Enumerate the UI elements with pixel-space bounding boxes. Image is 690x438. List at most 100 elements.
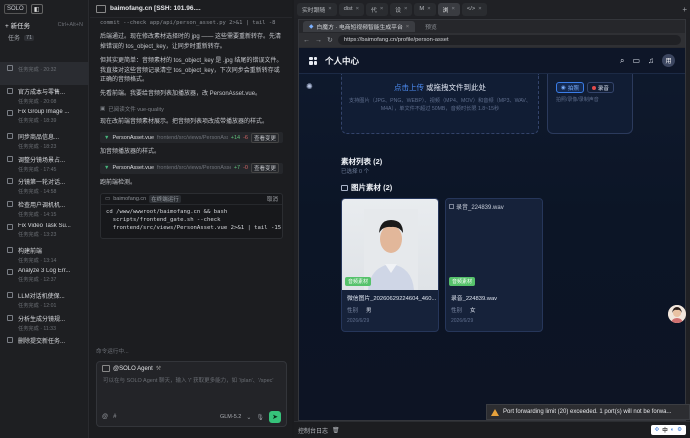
- asset-date: 2026/6/29: [451, 318, 474, 324]
- mention-button[interactable]: @: [102, 414, 108, 420]
- tray-icon[interactable]: ⚙: [677, 427, 682, 433]
- task-section-label: 任务: [8, 36, 21, 42]
- new-task-button[interactable]: + 新任务 Ctrl+Alt+N: [0, 18, 88, 32]
- task-title: 删除提交新任务...: [18, 339, 66, 346]
- gender-value: 男: [366, 308, 372, 314]
- pane-tab[interactable]: M ×: [414, 2, 436, 16]
- read-file-note[interactable]: ▣ 已阅读文件 vue-quality: [100, 105, 283, 113]
- agent-input[interactable]: 可以在与 SOLO Agent 聊天，输入 '/' 获取更多能力，如 '/pla…: [97, 375, 286, 387]
- asset-card[interactable]: 录音_224839.wav 音频素材 录音_224839.wav 性别 女 20…: [445, 198, 543, 332]
- file-change-chip[interactable]: ▼ PersonAsset.vue frontend/src/views/Per…: [100, 162, 283, 174]
- url-input[interactable]: https://baimofang.cn/profile/person-asse…: [337, 35, 681, 45]
- task-item[interactable]: 官方成本与零售... 任务完成 · 20:08: [0, 85, 89, 108]
- task-status: 任务完成 · 12:37: [18, 277, 57, 284]
- apps-grid-icon[interactable]: [309, 56, 317, 65]
- browser-tab-active[interactable]: ◆ 白魔方 · 电商短视频智能生成平台 ×: [303, 21, 416, 32]
- upload-dropzone[interactable]: 点击上传 或拖拽文件到此处 支持图片（JPG、PNG、WEBP）、视频（MP4、…: [341, 74, 539, 134]
- new-task-label: + 新任务: [5, 23, 31, 30]
- close-icon[interactable]: ×: [404, 6, 407, 12]
- task-title: Fix Group Image ...: [18, 109, 70, 116]
- message-paragraph: 跑前端检测。: [100, 179, 137, 186]
- upload-hint: 支持图片（JPG、PNG、WEBP）、视频（MP4、MOV）和音频（MP3、WA…: [348, 98, 532, 112]
- pane-tab[interactable]: </> ×: [461, 2, 487, 16]
- reload-icon[interactable]: ↻: [327, 36, 333, 44]
- bell-icon[interactable]: ♫: [648, 56, 654, 65]
- pane-tab[interactable]: 实时跟随 ×: [297, 2, 337, 16]
- capture-panel: ◉ 拍照 录音 拍照/录像/录制声音: [547, 74, 633, 134]
- task-item[interactable]: 检查用户调机机... 任务完成 · 14:15: [0, 198, 89, 221]
- close-icon[interactable]: ×: [328, 6, 331, 12]
- cancel-command-button[interactable]: 取消: [267, 195, 278, 203]
- close-icon[interactable]: ×: [380, 6, 383, 12]
- file-name: PersonAsset.vue: [112, 134, 155, 141]
- model-selector[interactable]: GLM-5.2: [220, 414, 241, 420]
- record-audio-button[interactable]: 录音: [586, 82, 614, 93]
- close-icon[interactable]: ×: [406, 24, 409, 30]
- close-icon[interactable]: ×: [451, 6, 454, 12]
- send-button[interactable]: ➤: [269, 411, 281, 423]
- task-item[interactable]: 分镜第一轮对话... 任务完成 · 14:58: [0, 175, 89, 198]
- task-item[interactable]: Fix Video Task Su... 任务完成 · 13:23: [0, 221, 89, 244]
- task-item[interactable]: Analyze 3 Log Err... 任务完成 · 12:37: [0, 266, 89, 289]
- task-item[interactable]: 分析生成分镜规... 任务完成 · 11:33: [0, 312, 89, 335]
- task-title: Analyze 3 Log Err...: [18, 268, 71, 275]
- video-icon[interactable]: ▭: [632, 56, 640, 65]
- task-section-header[interactable]: 任务 71: [0, 32, 88, 43]
- upload-link[interactable]: 点击上传: [394, 83, 424, 92]
- take-photo-button[interactable]: ◉ 拍照: [556, 82, 584, 93]
- pane-tab[interactable]: 浏 ×: [437, 2, 460, 16]
- close-icon[interactable]: ×: [427, 6, 430, 12]
- browser-tab-preview[interactable]: 预览: [419, 21, 443, 32]
- chevron-down-icon[interactable]: ⌄: [246, 414, 251, 421]
- agent-icon: [102, 365, 110, 372]
- task-status: 任务完成 · 13:14: [18, 257, 57, 264]
- message-paragraph: 现在改前端音频素材展示。把音频列表项改成带播放器的样式。: [100, 118, 269, 125]
- close-icon[interactable]: ×: [356, 6, 359, 12]
- pane-tabbar: 实时跟随 × dist × 代 × 设 × M × 浏 × </> × +: [294, 0, 690, 18]
- context-button[interactable]: #: [113, 414, 116, 420]
- ime-indicator[interactable]: 中: [662, 426, 668, 434]
- agent-input-box[interactable]: @SOLO Agent ⚒ 可以在与 SOLO Agent 聊天，输入 '/' …: [96, 361, 287, 427]
- back-icon[interactable]: ←: [303, 37, 310, 44]
- assistant-avatar[interactable]: [668, 305, 686, 323]
- pane-tab[interactable]: dist ×: [338, 2, 365, 16]
- gear-icon[interactable]: ✺: [306, 82, 313, 91]
- pane-tab[interactable]: 代 ×: [366, 2, 389, 16]
- search-icon[interactable]: ⌕: [620, 56, 624, 66]
- terminal-header: ▭ baimofang.cn 在终端运行 取消: [101, 194, 282, 206]
- capture-hint: 拍照/录像/录制声音: [556, 97, 599, 103]
- microphone-icon[interactable]: 🎙: [256, 414, 264, 421]
- task-item[interactable]: 删除提交新任务...: [0, 334, 89, 357]
- agent-settings-icon[interactable]: ⚒: [156, 365, 161, 372]
- task-item[interactable]: 调整分镜场景占... 任务完成 · 17:45: [0, 153, 89, 176]
- task-item[interactable]: Fix Group Image ... 任务完成 · 18:39: [0, 107, 89, 130]
- view-changes-button[interactable]: 查看变更: [250, 163, 279, 174]
- close-icon[interactable]: ×: [478, 6, 481, 12]
- tray-icon[interactable]: ◐: [671, 427, 674, 433]
- task-status: 任务完成 · 17:45: [18, 166, 57, 173]
- add-tab-icon[interactable]: +: [682, 5, 687, 14]
- task-icon: [7, 269, 13, 276]
- tray-icon[interactable]: ✣: [655, 427, 660, 433]
- task-item[interactable]: LLM对话机使保... 任务完成 · 12:01: [0, 289, 89, 312]
- running-status: 命令运行中...: [96, 349, 129, 355]
- chat-body: commit --check app/api/person_asset.py 2…: [90, 18, 292, 239]
- task-list: 任务完成 · 20:32 官方成本与零售... 任务完成 · 20:08 Fix Gr…: [0, 62, 89, 357]
- view-changes-button[interactable]: 查看变更: [250, 132, 279, 143]
- task-item[interactable]: 任务完成 · 20:32: [0, 62, 89, 85]
- avatar[interactable]: 用: [662, 54, 675, 67]
- trash-icon[interactable]: 🗑: [332, 427, 340, 434]
- pane-tab-label: dist: [343, 6, 353, 12]
- port-forward-warning[interactable]: Port forwarding limit (20) exceeded. 1 p…: [486, 404, 690, 420]
- task-item[interactable]: 构建前端 任务完成 · 13:14: [0, 244, 89, 267]
- console-log-button[interactable]: 控制台日志: [298, 426, 328, 435]
- task-item[interactable]: 同步商品信息... 任务完成 · 18:23: [0, 130, 89, 153]
- task-icon: [7, 246, 13, 253]
- file-change-chip[interactable]: ▼ PersonAsset.vue frontend/src/views/Per…: [100, 132, 283, 144]
- sidebar-toggle-icon[interactable]: ◧: [30, 4, 43, 14]
- forward-icon[interactable]: →: [315, 37, 322, 44]
- image-group-title: 图片素材 (2): [341, 182, 392, 193]
- lines-added: +7: [233, 165, 241, 172]
- pane-tab[interactable]: 设 ×: [390, 2, 413, 16]
- asset-card[interactable]: 音频素材 微信图片_20260629224604_460... 性别 男 202…: [341, 198, 439, 332]
